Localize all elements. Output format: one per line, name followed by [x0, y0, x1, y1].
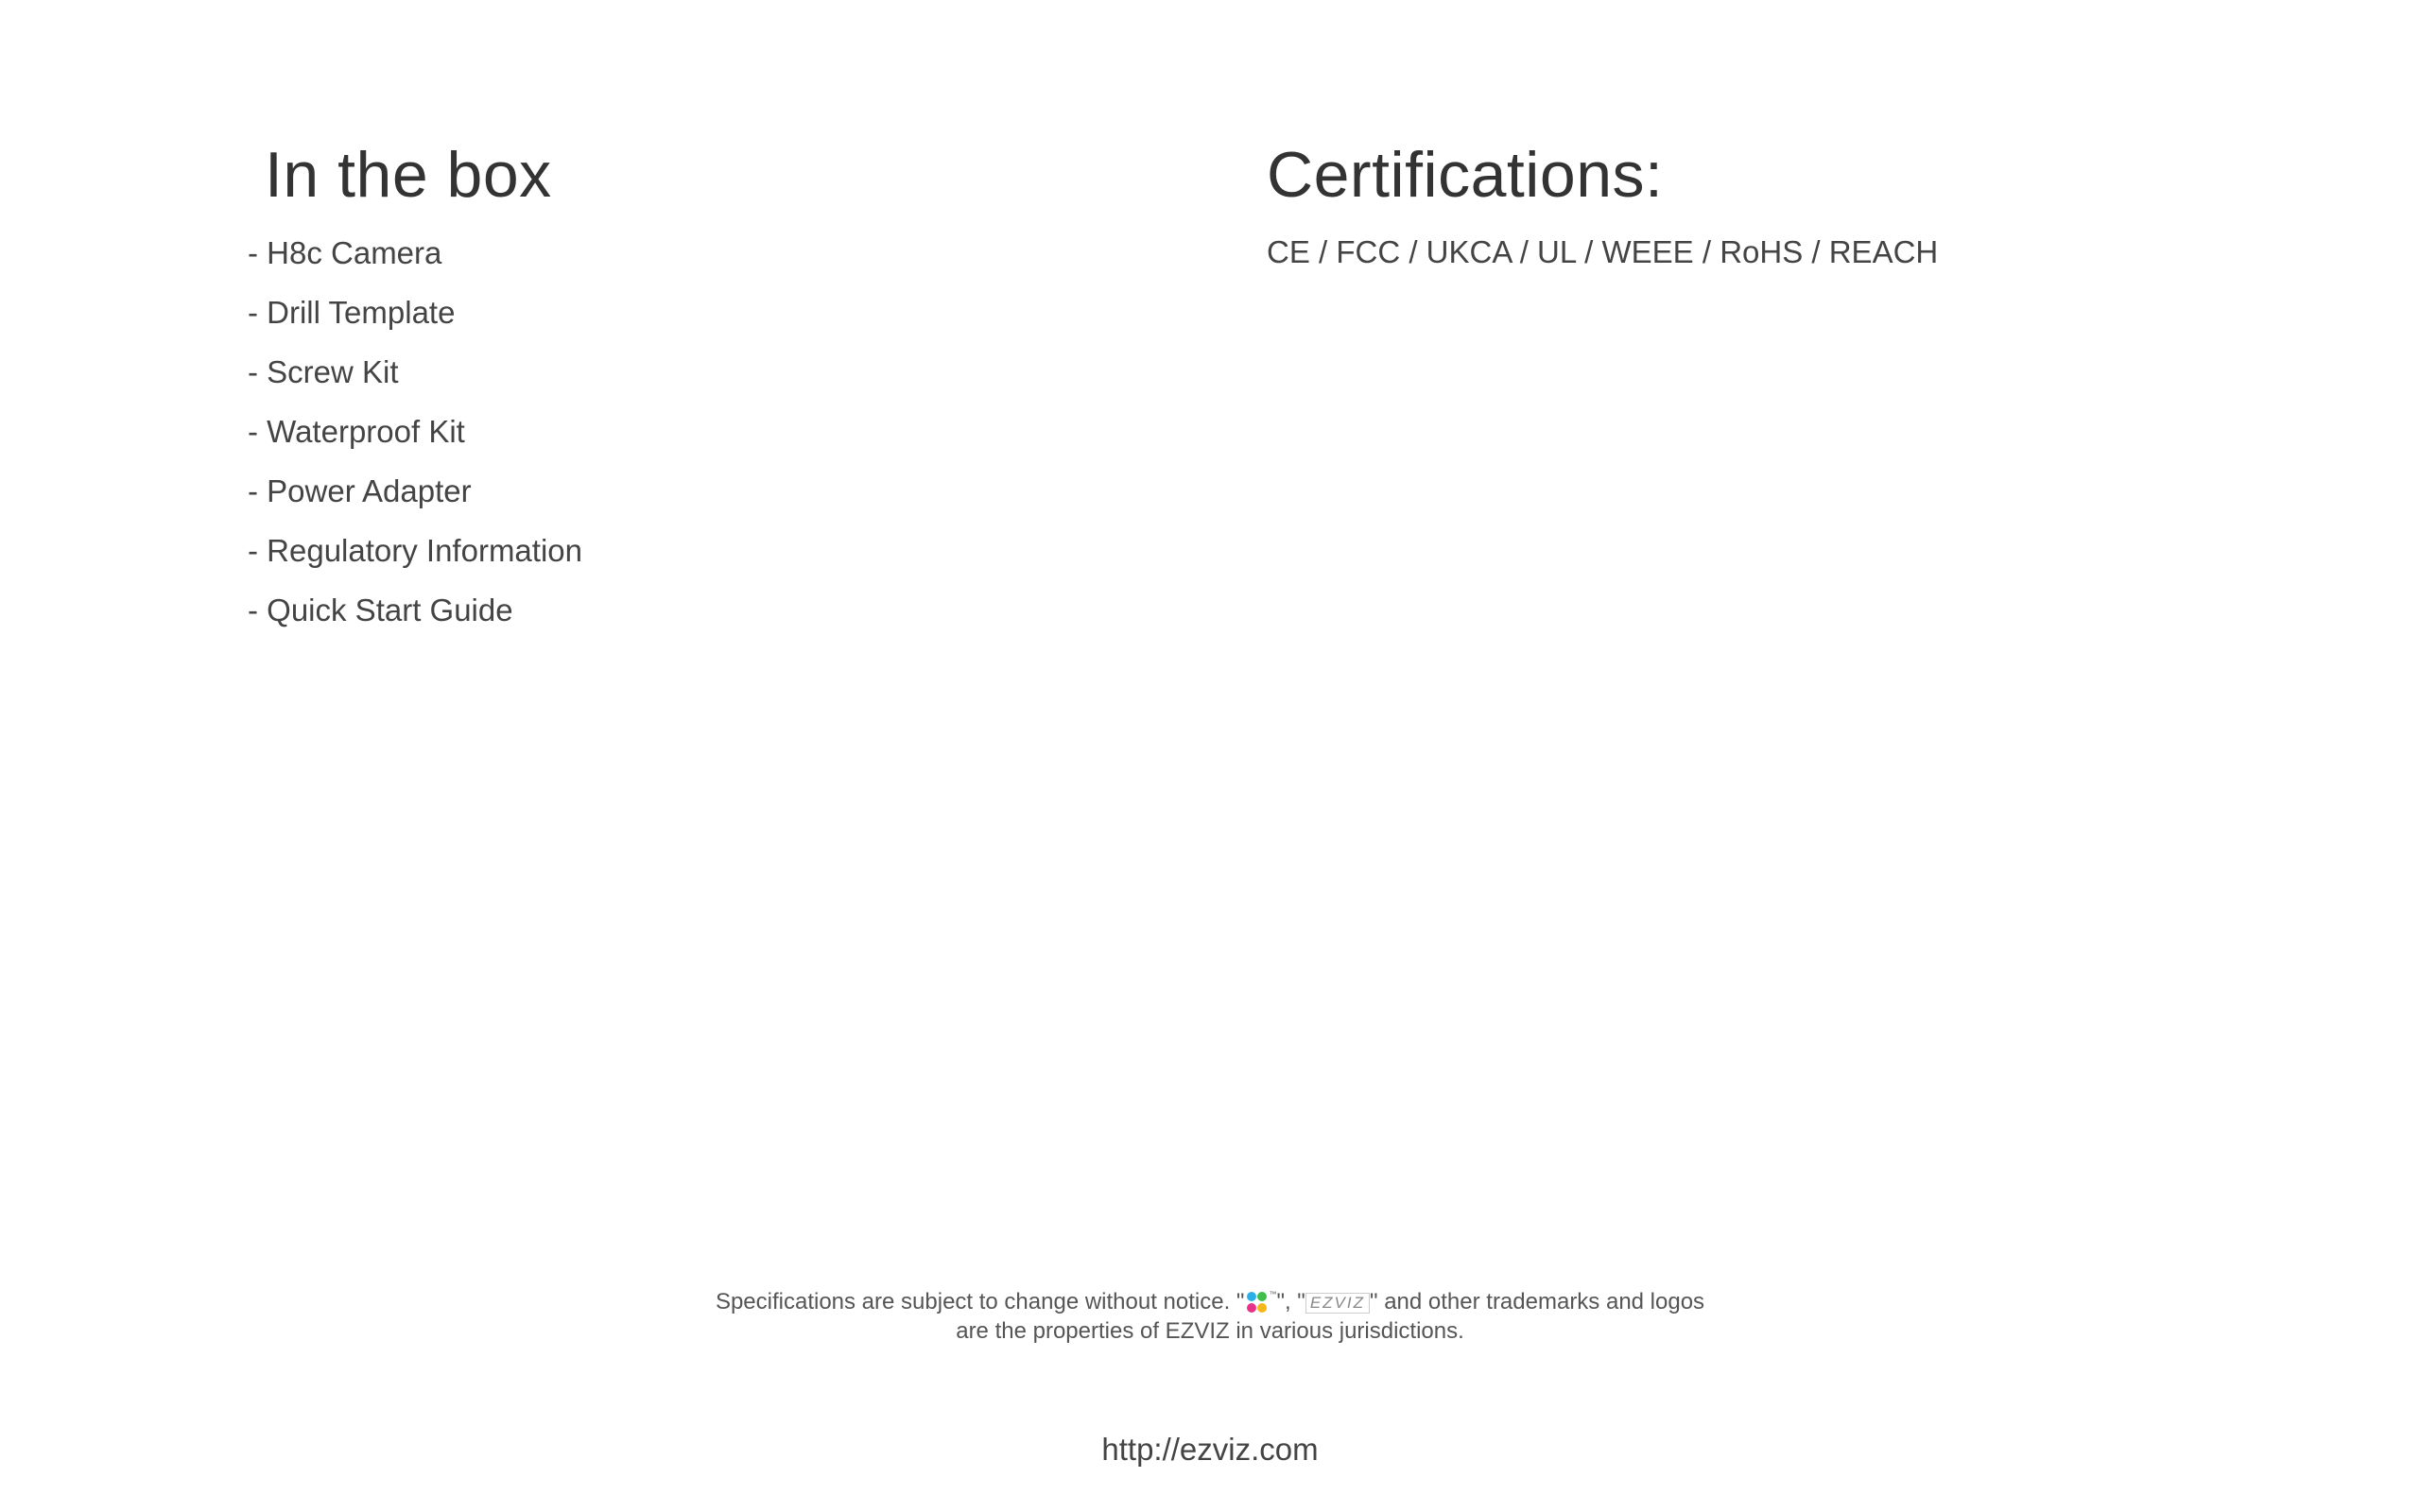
logo-dot-icon: [1247, 1291, 1257, 1301]
trademark-notice-line-1: Specifications are subject to change wit…: [0, 1287, 2420, 1316]
trademark-notice: Specifications are subject to change wit…: [0, 1287, 2420, 1346]
ezviz-wordmark-icon: EZVIZ: [1305, 1292, 1370, 1314]
logo-dot-icon: [1257, 1291, 1268, 1301]
logo-dot-icon: [1257, 1302, 1268, 1313]
certifications-heading: Certifications:: [1267, 139, 1664, 211]
trademark-notice-line-2: are the properties of EZVIZ in various j…: [956, 1318, 1464, 1344]
in-the-box-heading: In the box: [265, 139, 552, 211]
in-the-box-section: In the box - H8c Camera - Drill Template…: [248, 132, 1098, 640]
trademark-icon: ™: [1269, 1289, 1277, 1298]
document-page: In the box - H8c Camera - Drill Template…: [0, 0, 2420, 1512]
list-item: - Quick Start Guide: [248, 593, 513, 627]
box-contents-list: - H8c Camera - Drill Template - Screw Ki…: [248, 223, 1098, 640]
logo-dot-icon: [1247, 1302, 1257, 1313]
list-item: - Screw Kit: [248, 354, 399, 389]
list-item: - Power Adapter: [248, 473, 472, 508]
list-item: - Regulatory Information: [248, 533, 582, 568]
certifications-section: Certifications: CE / FCC / UKCA / UL / W…: [1267, 132, 2307, 276]
notice-text-separator: ", ": [1276, 1289, 1305, 1314]
list-item: - Waterproof Kit: [248, 414, 465, 449]
list-item: - Drill Template: [248, 295, 456, 330]
notice-text-suffix: " and other trademarks and logos: [1370, 1289, 1705, 1314]
certifications-list: CE / FCC / UKCA / UL / WEEE / RoHS / REA…: [1267, 234, 1939, 269]
notice-text-prefix: Specifications are subject to change wit…: [715, 1289, 1245, 1314]
ezviz-logo-icon: ™: [1246, 1289, 1277, 1315]
website-link[interactable]: http://ezviz.com: [0, 1429, 2420, 1470]
list-item: - H8c Camera: [248, 235, 442, 270]
